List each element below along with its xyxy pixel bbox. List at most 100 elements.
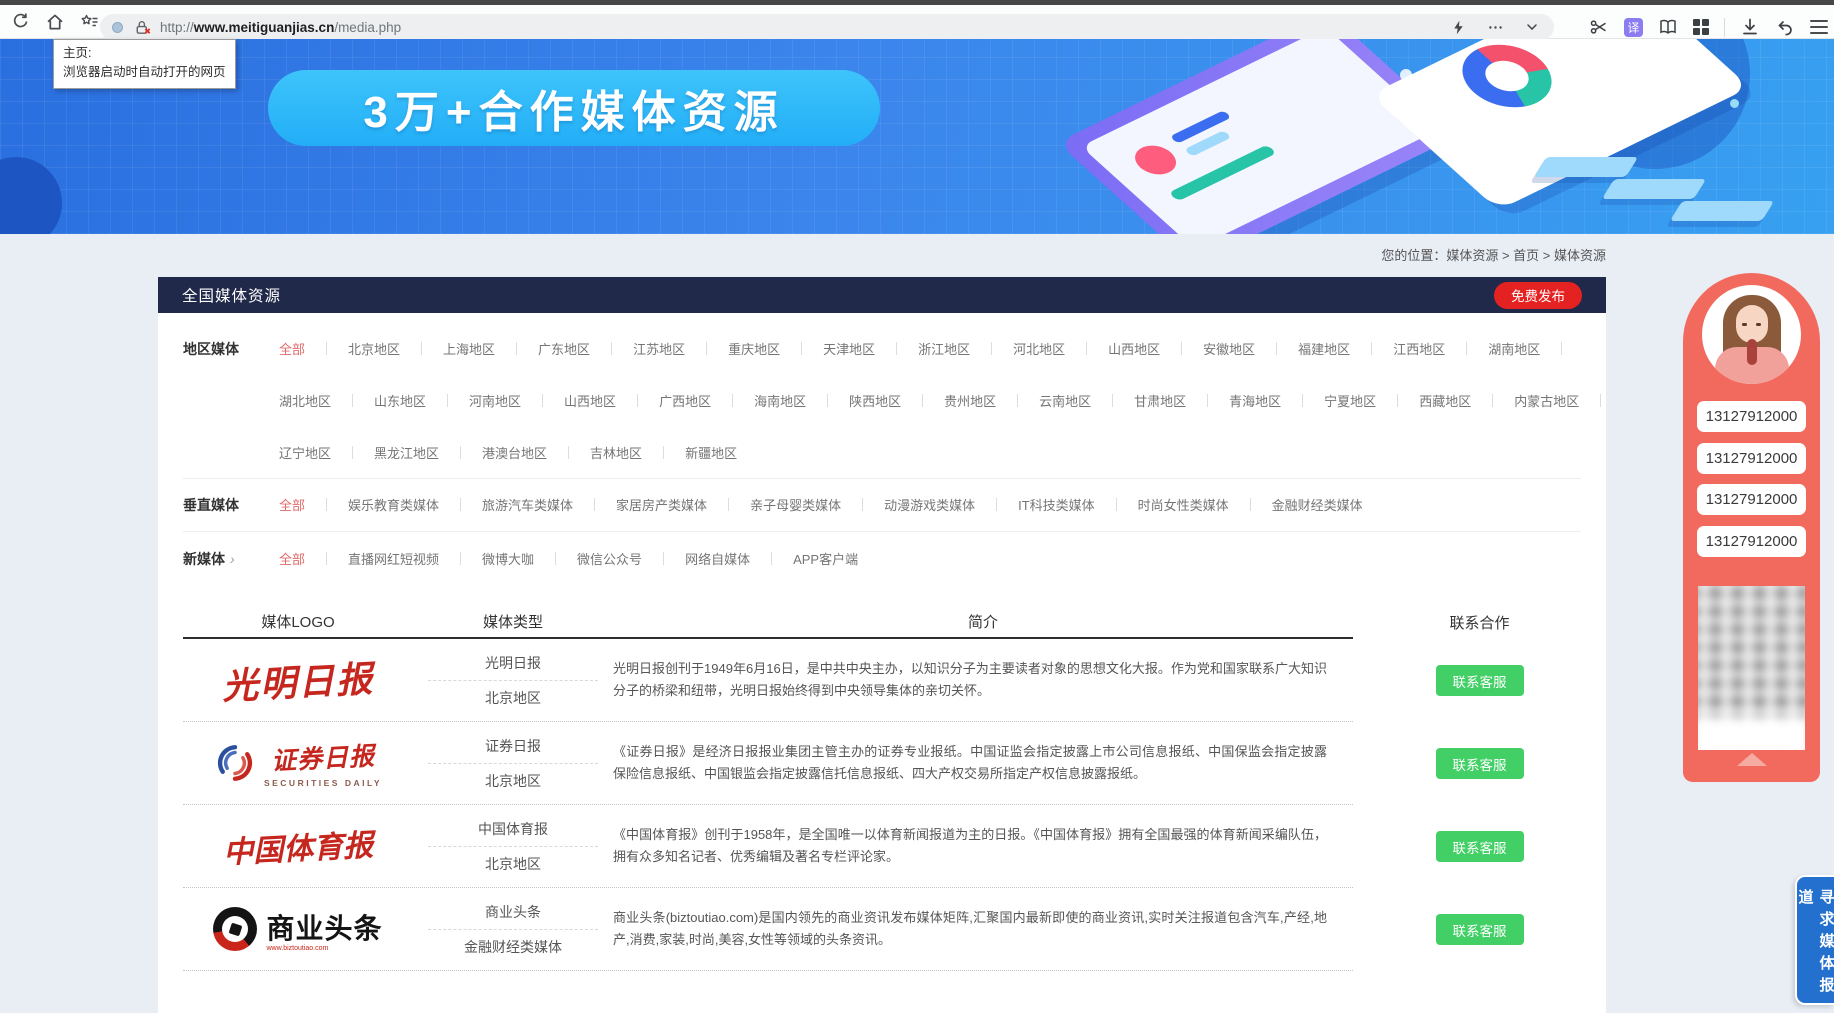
filter-item[interactable]: 甘肃地区 [1134,391,1186,410]
filter-item[interactable]: 陕西地区 [849,391,901,410]
filter-item[interactable]: 直播网红短视频 [348,549,439,568]
contact-service-button[interactable]: 联系客服 [1436,665,1524,696]
toolbar-right-icons: 译 [1589,14,1834,40]
filter-item[interactable]: 时尚女性类媒体 [1138,495,1229,514]
filter-separator [771,552,772,565]
filter-item[interactable]: APP客户端 [793,549,858,568]
filter-item[interactable]: 吉林地区 [590,443,642,462]
filter-separator [1181,342,1182,355]
filter-item[interactable]: 内蒙古地区 [1514,391,1579,410]
filter-item[interactable]: 贵州地区 [944,391,996,410]
filter-item[interactable]: 港澳台地区 [482,443,547,462]
filter-item[interactable]: 黑龙江地区 [374,443,439,462]
filter-item[interactable]: 微信公众号 [577,549,642,568]
filter-separator [1397,394,1398,407]
filter-item[interactable]: 亲子母婴类媒体 [750,495,841,514]
downloads-icon[interactable] [1740,17,1760,37]
filter-item[interactable]: 金融财经类媒体 [1272,495,1363,514]
filter-item[interactable]: 湖南地区 [1488,339,1540,358]
filter-item[interactable]: 天津地区 [823,339,875,358]
undo-icon[interactable] [1775,17,1795,37]
filter-item[interactable]: 江苏地区 [633,339,685,358]
seek-media-coverage-tab[interactable]: 寻求媒体报道 [1795,875,1834,1005]
phone-number[interactable]: 13127912000 [1697,526,1806,557]
filter-separator [1250,498,1251,511]
filter-item[interactable]: 重庆地区 [728,339,780,358]
phone-number[interactable]: 13127912000 [1697,401,1806,432]
filter-separator [352,394,353,407]
phone-number[interactable]: 13127912000 [1697,443,1806,474]
filter-item[interactable]: 北京地区 [348,339,400,358]
filter-item[interactable]: 全部 [279,549,305,568]
address-bar[interactable]: http://www.meitiguanjias.cn/media.php [100,14,1554,40]
filter-item[interactable]: 河南地区 [469,391,521,410]
filter-item[interactable]: 网络自媒体 [685,549,750,568]
lightning-icon[interactable] [1448,17,1468,37]
more-options-icon[interactable] [1485,17,1505,37]
logo-text: 商业头条 [266,907,382,947]
free-publish-button[interactable]: 免费发布 [1494,282,1582,309]
filter-separator [1086,342,1087,355]
logo-calligraphy-text: 中国体育报 [222,820,374,872]
filter-item[interactable]: 娱乐教育类媒体 [348,495,439,514]
filter-item[interactable]: 西藏地区 [1419,391,1471,410]
filter-item[interactable]: 上海地区 [443,339,495,358]
filter-item[interactable]: 宁夏地区 [1324,391,1376,410]
filter-item[interactable]: 广东地区 [538,339,590,358]
apps-grid-icon[interactable] [1693,19,1709,35]
phone-number[interactable]: 13127912000 [1697,484,1806,515]
filter-item[interactable]: 江西地区 [1393,339,1445,358]
media-resources-panel: 全国媒体资源 免费发布 地区媒体 全部 北京地区 上海地区 广东地区 江苏地区 … [158,277,1606,1013]
filter-item[interactable]: 旅游汽车类媒体 [482,495,573,514]
reading-mode-icon[interactable] [1658,17,1678,37]
filter-item[interactable]: 山西地区 [564,391,616,410]
url-path: /media.php [334,20,401,35]
filter-item[interactable]: 广西地区 [659,391,711,410]
filter-separator [447,394,448,407]
filter-item[interactable]: 微博大咖 [482,549,534,568]
home-button-tooltip: 主页: 浏览器启动时自动打开的网页 [53,39,236,89]
insecure-lock-icon[interactable] [133,18,152,37]
logo-calligraphy-text: 光明日报 [221,650,376,710]
filter-separator [326,498,327,511]
qr-code[interactable] [1698,586,1805,750]
filter-separator [637,394,638,407]
filter-item[interactable]: IT科技类媒体 [1018,495,1095,514]
site-permission-icon[interactable] [112,22,123,33]
contact-service-button[interactable]: 联系客服 [1436,831,1524,862]
contact-service-button[interactable]: 联系客服 [1436,914,1524,945]
filter-item[interactable]: 海南地区 [754,391,806,410]
media-type-name: 中国体育报 [413,819,613,839]
media-type-name: 证券日报 [413,736,613,756]
reload-icon[interactable] [10,12,30,32]
filter-item[interactable]: 动漫游戏类媒体 [884,495,975,514]
screenshot-scissors-icon[interactable] [1589,17,1609,37]
filter-item[interactable]: 湖北地区 [279,391,331,410]
translate-icon[interactable]: 译 [1624,18,1643,37]
filter-item[interactable]: 全部 [279,495,305,514]
filter-item[interactable]: 浙江地区 [918,339,970,358]
filter-item[interactable]: 全部 [279,339,305,358]
filter-separator [1492,394,1493,407]
filter-item[interactable]: 福建地区 [1298,339,1350,358]
filter-item[interactable]: 新疆地区 [685,443,737,462]
contact-service-button[interactable]: 联系客服 [1436,748,1524,779]
collapse-up-arrow-icon[interactable] [1737,753,1767,766]
media-description: 《中国体育报》创刊于1958年，是全国唯一以体育新闻报道为主的日报。《中国体育报… [613,824,1353,868]
breadcrumb[interactable]: 您的位置：媒体资源 > 首页 > 媒体资源 [158,245,1606,264]
filter-item[interactable]: 山西地区 [1108,339,1160,358]
filter-item[interactable]: 河北地区 [1013,339,1065,358]
chevron-down-icon[interactable] [1522,17,1542,37]
filter-item[interactable]: 云南地区 [1039,391,1091,410]
filter-group-label: 地区媒体 [183,339,279,359]
hero-banner: 3万+合作媒体资源 [0,39,1834,234]
bookmarks-list-icon[interactable] [80,12,100,32]
filter-item[interactable]: 安徽地区 [1203,339,1255,358]
filter-item[interactable]: 辽宁地区 [279,443,331,462]
filter-item[interactable]: 山东地区 [374,391,426,410]
filter-item[interactable]: 家居房产类媒体 [616,495,707,514]
filter-item[interactable]: 青海地区 [1229,391,1281,410]
menu-icon[interactable] [1810,20,1828,34]
media-type-region: 北京地区 [413,854,613,874]
home-icon[interactable] [45,12,65,32]
